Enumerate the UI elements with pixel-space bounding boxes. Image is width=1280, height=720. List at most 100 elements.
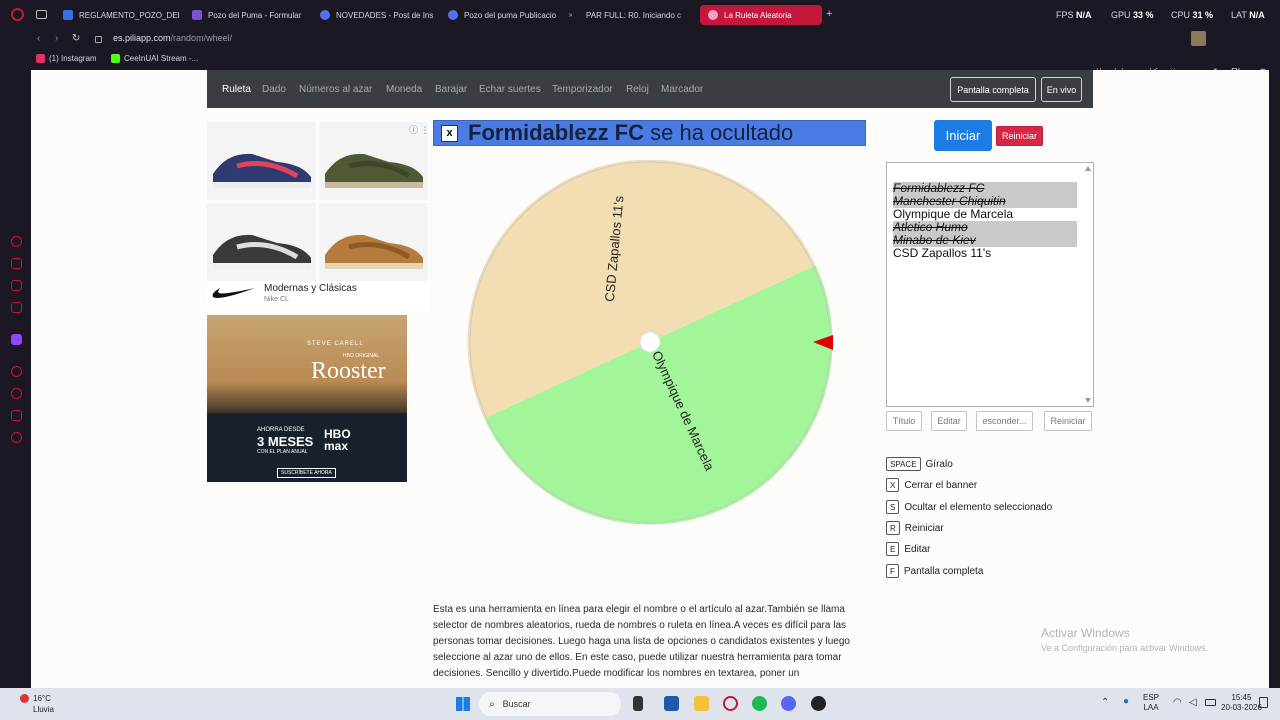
sidebar-icon[interactable]	[11, 258, 22, 269]
nav-item-ruleta[interactable]: Ruleta	[222, 84, 251, 95]
windows-activation-watermark: Activar Windows Ve a Configuración para …	[1041, 626, 1209, 653]
sidebar-icon[interactable]	[11, 410, 22, 421]
nav-item-echar-suertes[interactable]: Echar suertes	[479, 84, 541, 95]
spotify-icon[interactable]	[752, 696, 767, 711]
hide-button[interactable]: esconder...	[976, 411, 1033, 431]
volume-icon[interactable]: ◁	[1189, 697, 1197, 708]
bookmarks-bar: (1) Instagram CeeInUAI Stream -...	[0, 50, 1280, 68]
sidebar-icon[interactable]	[11, 280, 22, 291]
spin-wheel[interactable]: CSD Zapallos 11's Olympique de Marcela	[467, 160, 835, 526]
notifications-icon[interactable]	[1259, 697, 1268, 708]
fullscreen-button[interactable]: Pantalla completa	[950, 77, 1036, 102]
shortcut-row: F Pantalla completa	[886, 564, 983, 578]
browser-right-edge	[1269, 68, 1280, 688]
windows-start-icon[interactable]	[456, 697, 470, 711]
url-field[interactable]: es.piliapp.com/random/wheel/	[113, 33, 232, 43]
list-reset-button[interactable]: Reiniciar	[1044, 411, 1092, 431]
app-icon[interactable]	[664, 696, 679, 711]
key-badge: S	[886, 500, 900, 514]
opera-logo-icon[interactable]	[11, 8, 24, 21]
nav-item-marcador[interactable]: Marcador	[661, 84, 703, 95]
history-icon[interactable]	[11, 388, 22, 399]
cpu-stat: CPU 31 %	[1171, 10, 1214, 20]
tab-overview-icon[interactable]	[36, 10, 47, 19]
reload-icon[interactable]: ↻	[72, 33, 80, 44]
lock-icon	[95, 36, 102, 43]
shortcut-row: SPACE Gíralo	[886, 457, 953, 471]
kick-icon	[111, 54, 120, 63]
close-icon[interactable]: ×	[568, 10, 572, 20]
list-item: CSD Zapallos 11's	[893, 246, 992, 260]
key-badge: R	[886, 521, 900, 535]
tab-favicon-icon	[192, 10, 202, 20]
reset-button[interactable]: Reiniciar	[996, 126, 1043, 146]
bookmark-stream[interactable]: CeeInUAI Stream -...	[111, 54, 198, 63]
browser-tab-active[interactable]: La Ruleta Aleatoria	[700, 5, 822, 25]
ad-headline[interactable]: Modernas y Clásicas	[264, 283, 357, 294]
task-view-icon[interactable]	[633, 696, 643, 711]
ad-tagline: STEVE CARELL	[307, 341, 364, 347]
weather-widget[interactable]: 16°C Lluvia	[33, 693, 54, 715]
edit-button[interactable]: Editar	[931, 411, 967, 431]
hbo-ad[interactable]: STEVE CARELL HBO ORIGINAL Rooster AHORRA…	[207, 315, 407, 482]
browser-tab[interactable]: NOVEDADES - Post de Ins	[312, 5, 436, 25]
sidebar-icon[interactable]	[11, 366, 22, 377]
sidebar-icon[interactable]	[11, 302, 22, 313]
shoe-ad[interactable]	[207, 122, 429, 310]
shortcut-row: R Reiniciar	[886, 521, 944, 535]
back-icon[interactable]: ‹	[37, 33, 40, 44]
gpu-stat: GPU 33 %	[1111, 10, 1154, 20]
app-icon[interactable]	[811, 696, 826, 711]
chevron-up-icon[interactable]: ⌃	[1101, 697, 1109, 708]
taskbar-search[interactable]: ⌕ Buscar	[479, 692, 621, 716]
discord-icon[interactable]	[781, 696, 796, 711]
key-badge: E	[886, 542, 900, 556]
browser-tab[interactable]: REGLAMENTO_POZO_DEL	[55, 5, 179, 25]
battery-icon[interactable]	[1205, 699, 1216, 706]
search-icon: ⌕	[489, 698, 495, 710]
start-button[interactable]: Iniciar	[934, 120, 992, 151]
instagram-icon	[36, 54, 45, 63]
language-indicator[interactable]: ESP LAA	[1143, 693, 1159, 713]
nav-item-barajar[interactable]: Barajar	[435, 84, 467, 95]
nav-item-numeros[interactable]: Números al azar	[299, 84, 372, 95]
shortcut-row: E Editar	[886, 542, 930, 556]
shortcut-row: S Ocultar el elemento seleccionado	[886, 500, 1052, 514]
shoe-image	[207, 203, 316, 281]
tab-favicon-icon	[320, 10, 330, 20]
sidebar-icon[interactable]	[11, 236, 22, 247]
twitch-icon[interactable]	[11, 334, 22, 345]
live-button[interactable]: En vivo	[1041, 77, 1082, 102]
nav-item-reloj[interactable]: Reloj	[626, 84, 649, 95]
scrollbar[interactable]	[1085, 165, 1091, 404]
windows-taskbar: 16°C Lluvia ⌕ Buscar ⌃ ● ESP LAA ◠ ◁ 15:…	[0, 688, 1280, 720]
close-banner-button[interactable]: x	[441, 124, 458, 142]
browser-tab[interactable]: Pozo del puma Publicacio ×	[440, 5, 572, 25]
new-tab-button[interactable]: +	[826, 8, 832, 20]
shoe-image	[325, 234, 423, 269]
browser-tab[interactable]: PAR FULL: R0. Iniciando c	[578, 5, 696, 25]
opera-icon[interactable]	[723, 696, 738, 711]
shortcut-row: X Cerrar el banner	[886, 478, 977, 492]
ad-choices-icon[interactable]: ⓘ ⋮	[409, 123, 430, 136]
banner-message: Formidablezz FC se ha ocultado	[468, 120, 794, 145]
nav-item-dado[interactable]: Dado	[262, 84, 286, 95]
clock[interactable]: 15:45 20-03-2026	[1221, 693, 1262, 713]
subscribe-button[interactable]: SUSCRÍBETE AHORA	[277, 468, 336, 478]
nav-item-temporizador[interactable]: Temporizador	[552, 84, 613, 95]
key-badge: F	[886, 564, 899, 578]
title-button[interactable]: Título	[886, 411, 922, 431]
browser-tab[interactable]: Pozo del Puma - Formular	[184, 5, 308, 25]
wifi-icon[interactable]: ◠	[1173, 697, 1182, 708]
settings-icon[interactable]	[11, 432, 22, 443]
address-bar: ‹ › ↻ es.piliapp.com/random/wheel/ ▯ ▢ ▷…	[0, 30, 1280, 74]
nav-item-moneda[interactable]: Moneda	[386, 84, 422, 95]
file-explorer-icon[interactable]	[694, 696, 709, 711]
avatar[interactable]	[1191, 31, 1206, 46]
microphone-icon[interactable]: ●	[1123, 696, 1129, 707]
nike-logo-icon	[212, 288, 255, 298]
page-content: Ruleta Dado Números al azar Moneda Baraj…	[31, 70, 1269, 688]
bookmark-instagram[interactable]: (1) Instagram	[36, 54, 97, 63]
entries-textarea[interactable]: Formidablezz FC Manchester Chiquitin Oly…	[886, 162, 1094, 407]
forward-icon[interactable]: ›	[55, 33, 58, 44]
